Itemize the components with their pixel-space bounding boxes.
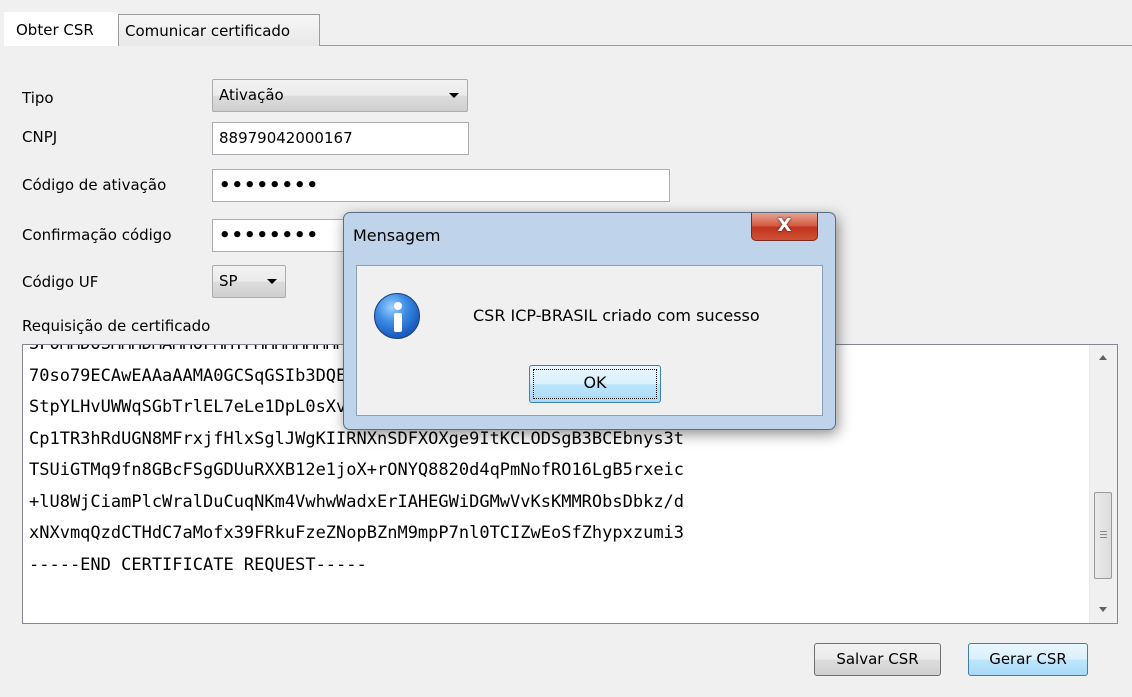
salvar-csr-button[interactable]: Salvar CSR bbox=[814, 643, 941, 676]
dialog-close-button[interactable]: X bbox=[751, 213, 818, 241]
dialog-body: CSR ICP-BRASIL criado com sucesso OK bbox=[356, 265, 823, 416]
codigo-uf-value: SP bbox=[219, 272, 238, 290]
grip-line bbox=[1100, 534, 1107, 535]
requisicao-line: +lU8WjCiamPlcWralDuCuqNKm4VwhwWadxErIAHE… bbox=[29, 491, 685, 512]
vertical-scrollbar[interactable] bbox=[1089, 345, 1117, 623]
info-icon bbox=[374, 293, 420, 339]
scroll-thumb[interactable] bbox=[1094, 492, 1112, 579]
focus-ring bbox=[533, 369, 657, 399]
requisicao-line: -----END CERTIFICATE REQUEST----- bbox=[29, 554, 367, 575]
dialog-message: CSR ICP-BRASIL criado com sucesso bbox=[473, 306, 760, 325]
tab-comunicar-certificado[interactable]: Comunicar certificado bbox=[118, 14, 320, 46]
tipo-label: Tipo bbox=[22, 89, 54, 107]
codigo-uf-select[interactable]: SP bbox=[212, 265, 286, 298]
cnpj-field[interactable]: 88979042000167 bbox=[212, 122, 469, 155]
grip-line bbox=[1100, 537, 1107, 538]
requisicao-line: xNXvmqQzdCTHdC7aMofx39FRkuFzeZNopBZnM9mp… bbox=[29, 523, 685, 543]
tipo-select-value: Ativação bbox=[219, 86, 284, 104]
chevron-down-icon bbox=[267, 279, 277, 284]
requisicao-line: TSUiGTMq9fn8GBcFSgGDUuRXXB12e1joX+rONYQ8… bbox=[29, 460, 685, 480]
cnpj-label: CNPJ bbox=[22, 128, 58, 146]
confirmacao-codigo-label: Confirmação código bbox=[22, 226, 172, 244]
scroll-down-icon[interactable] bbox=[1090, 597, 1117, 623]
codigo-uf-label: Código UF bbox=[22, 273, 99, 291]
chevron-down-icon bbox=[449, 93, 459, 98]
requisicao-label: Requisição de certificado bbox=[22, 317, 211, 335]
scroll-up-icon[interactable] bbox=[1090, 345, 1117, 371]
grip-line bbox=[1100, 531, 1107, 532]
codigo-ativacao-label: Código de ativação bbox=[22, 176, 167, 194]
message-dialog: Mensagem X CSR ICP-BRASIL criado com suc… bbox=[343, 212, 836, 430]
close-icon: X bbox=[777, 215, 792, 236]
tipo-select[interactable]: Ativação bbox=[212, 79, 468, 112]
codigo-ativacao-field[interactable]: •••••••• bbox=[212, 169, 670, 202]
gerar-csr-button[interactable]: Gerar CSR bbox=[968, 643, 1088, 676]
tab-obter-csr[interactable]: Obter CSR bbox=[4, 12, 118, 46]
dialog-title: Mensagem bbox=[353, 226, 441, 245]
ok-button[interactable]: OK bbox=[529, 365, 661, 403]
